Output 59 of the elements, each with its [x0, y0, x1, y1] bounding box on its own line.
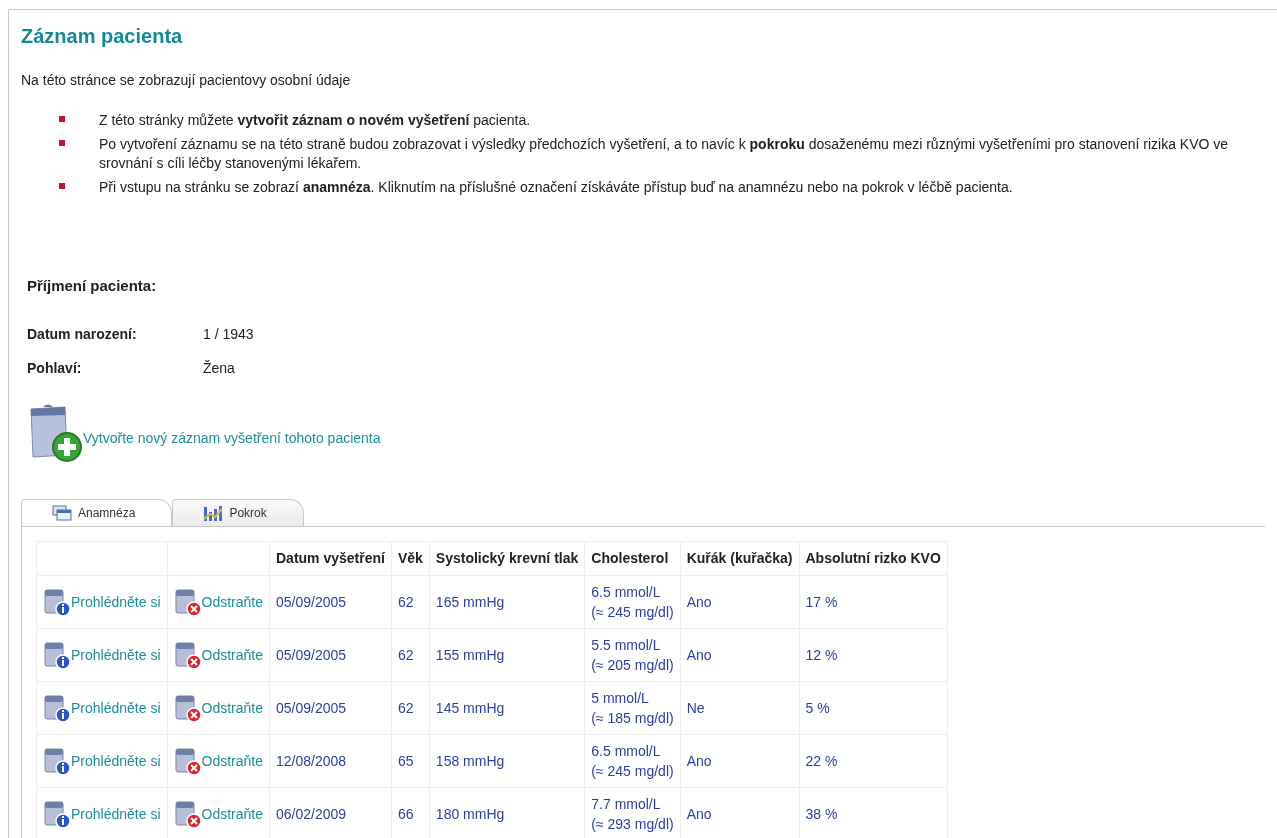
table-cell: 62	[391, 628, 430, 681]
table-cell: 05/09/2005	[269, 628, 392, 681]
windows-icon	[52, 504, 72, 521]
delete-icon	[173, 745, 202, 776]
tab[interactable]: Anamnéza	[21, 498, 173, 526]
delete-icon	[173, 692, 202, 723]
view-icon	[43, 798, 71, 829]
table-cell: 12/08/2008	[269, 734, 392, 787]
surname-label: Příjmení pacienta:	[27, 276, 158, 296]
column-header: Cholesterol	[584, 541, 681, 575]
view-icon	[43, 692, 71, 723]
table-cell: 5.5 mmol/L (≈ 205 mg/dl)	[584, 628, 681, 681]
bullet-icon	[59, 183, 65, 189]
table-cell: 165 mmHg	[429, 575, 585, 628]
table-cell: Ano	[680, 575, 799, 628]
bullet-icon	[59, 116, 65, 122]
table-cell: 5 %	[799, 681, 948, 734]
tab[interactable]: Pokrok	[172, 498, 304, 526]
table-cell: 158 mmHg	[429, 734, 585, 787]
new-record-icon[interactable]	[27, 402, 83, 463]
table-cell: Ne	[680, 681, 799, 734]
delete-icon	[173, 798, 202, 829]
table-cell: 17 %	[799, 575, 948, 628]
table-cell: 05/09/2005	[269, 575, 392, 628]
view-icon	[43, 745, 71, 776]
bullet-text: Z této stránky můžete vytvořit záznam o novém vyšetření pacienta.	[99, 111, 531, 130]
table-cell: 22 %	[799, 734, 948, 787]
bullet-text: Po vytvoření záznamu se na této straně budou zobrazovat i výsledky předchozích vyšetření, a to navíc k pokroku dosaženému mezi různými vyšetřeními pro stanovení rizika KVO ve srovnání s cíli léčby stanovenými lékařem.	[99, 135, 1230, 173]
table-cell: 155 mmHg	[429, 628, 585, 681]
table-cell: 6.5 mmol/L (≈ 245 mg/dl)	[584, 575, 681, 628]
chart-icon	[203, 503, 224, 522]
delete-icon	[173, 639, 202, 670]
field-label: Pohlaví:	[27, 358, 83, 378]
table-cell: 5 mmol/L (≈ 185 mg/dl)	[584, 681, 681, 734]
field-value: 1 / 1943	[203, 324, 254, 344]
table-cell: Ano	[680, 734, 799, 787]
bullet-text: Při vstupu na stránku se zobrazí anamnéza. Kliknutím na příslušné označení získáváte přístup buď na anamnézu nebo na pokrok v léčbě pacienta.	[99, 178, 1013, 197]
table-cell: 65	[391, 734, 430, 787]
page-title: Záznam pacienta	[21, 24, 184, 48]
view-icon	[43, 586, 71, 617]
table-cell: 62	[391, 575, 430, 628]
table-cell: 6.5 mmol/L (≈ 245 mg/dl)	[584, 734, 681, 787]
new-record-link[interactable]: Vytvořte nový záznam vyšetření tohoto pacienta	[83, 427, 381, 449]
table-cell: Ano	[680, 628, 799, 681]
intro-text: Na této stránce se zobrazují pacientovy osobní údaje	[21, 71, 352, 90]
bullet-icon	[59, 140, 65, 146]
column-header: Absolutní rizko KVO	[799, 541, 948, 575]
table-cell: 05/09/2005	[269, 681, 392, 734]
column-header: Datum vyšetření	[269, 541, 392, 575]
delete-icon	[173, 586, 202, 617]
table-cell: 12 %	[799, 628, 948, 681]
column-header: Věk	[391, 541, 430, 575]
field-label: Datum narození:	[27, 324, 138, 344]
column-header: Systolický krevní tlak	[429, 541, 585, 575]
view-icon	[43, 639, 71, 670]
table-cell: 62	[391, 681, 430, 734]
column-header: Kuřák (kuřačka)	[680, 541, 799, 575]
table-cell: 145 mmHg	[429, 681, 585, 734]
field-value: Žena	[203, 358, 235, 378]
